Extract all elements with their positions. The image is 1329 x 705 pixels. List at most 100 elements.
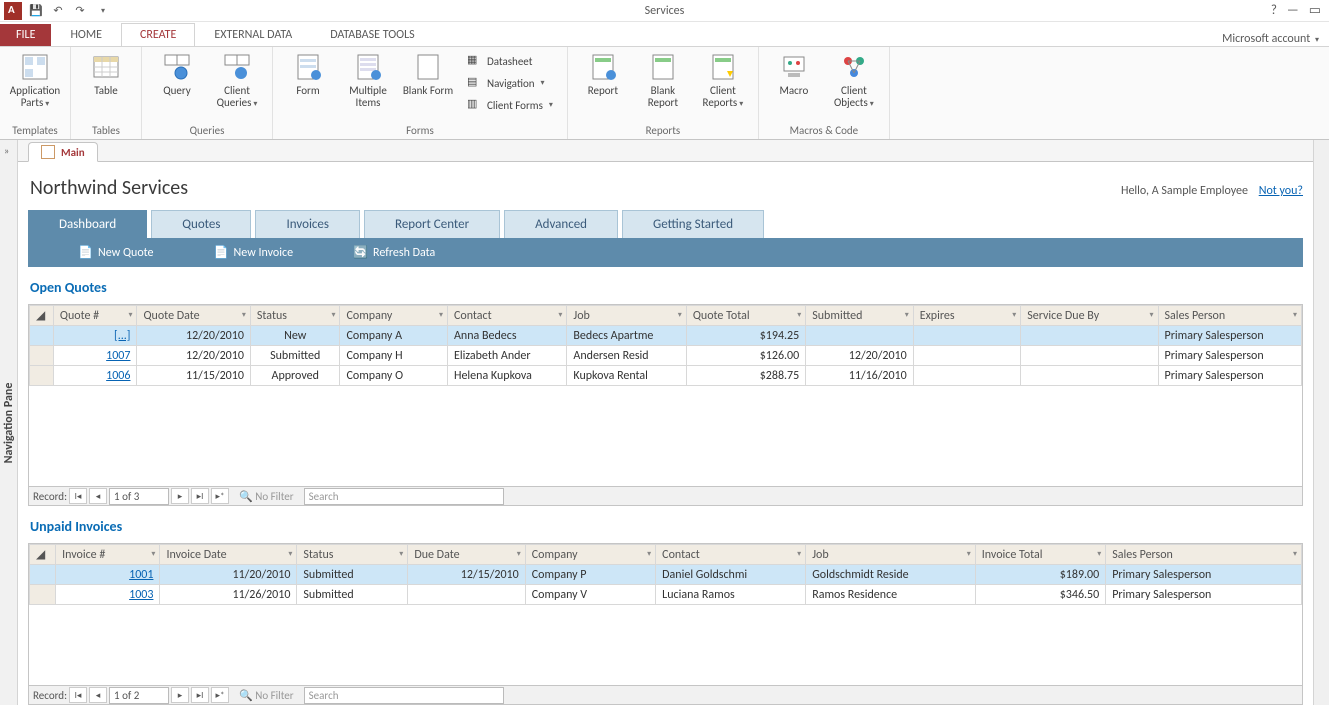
column-header[interactable]: Company▾ — [340, 306, 447, 326]
column-header[interactable]: Invoice Total▾ — [975, 545, 1105, 565]
column-header[interactable]: Invoice #▾ — [56, 545, 160, 565]
column-header[interactable]: Due Date▾ — [408, 545, 525, 565]
chevron-right-icon: » — [4, 144, 9, 157]
column-header[interactable]: Sales Person▾ — [1158, 306, 1301, 326]
undo-icon[interactable]: ↶ — [50, 3, 66, 19]
ribbon-tab-externaldata[interactable]: EXTERNAL DATA — [195, 23, 311, 46]
column-header[interactable]: Status▾ — [250, 306, 340, 326]
ribbon-group-queries: Query Client Queries Queries — [142, 47, 273, 139]
invoice-link[interactable]: 1003 — [129, 588, 153, 602]
no-filter-label: 🔍 No Filter — [239, 689, 294, 702]
column-header[interactable]: Sales Person▾ — [1106, 545, 1302, 565]
client-reports-button[interactable]: Client Reports — [694, 49, 752, 122]
column-header[interactable]: Invoice Date▾ — [160, 545, 297, 565]
account-menu[interactable]: Microsoft account — [1222, 32, 1329, 46]
client-objects-button[interactable]: Client Objects — [825, 49, 883, 122]
ribbon-tab-create[interactable]: CREATE — [121, 23, 195, 46]
record-counter[interactable]: 1 of 3 — [109, 488, 169, 505]
navigation-pane-toggle[interactable]: » Navigation Pane — [0, 140, 18, 705]
restore-icon[interactable]: ▭ — [1309, 3, 1321, 18]
row-selector[interactable] — [30, 346, 54, 366]
table-row[interactable]: 1007 12/20/2010 Submitted Company H Eliz… — [30, 346, 1302, 366]
nav-last-icon[interactable]: ▸I — [191, 687, 209, 703]
navigation-button[interactable]: ▤Navigation — [463, 73, 557, 93]
form-button[interactable]: Form — [279, 49, 337, 122]
nav-prev-icon[interactable]: ◂ — [89, 488, 107, 504]
column-header[interactable]: Status▾ — [297, 545, 408, 565]
column-header[interactable]: Submitted▾ — [806, 306, 913, 326]
file-tab[interactable]: FILE — [0, 24, 51, 46]
nav-last-icon[interactable]: ▸I — [191, 488, 209, 504]
column-header[interactable]: Contact▾ — [656, 545, 806, 565]
datasheet-button[interactable]: ▦Datasheet — [463, 51, 557, 71]
select-all[interactable]: ◢ — [30, 545, 56, 565]
blank-report-button[interactable]: Blank Report — [634, 49, 692, 122]
column-header[interactable]: Contact▾ — [447, 306, 566, 326]
tab-invoices[interactable]: Invoices — [255, 210, 360, 238]
ribbon-group-macros: Macro Client Objects Macros & Code — [759, 47, 890, 139]
save-icon[interactable]: 💾 — [28, 3, 44, 19]
nav-first-icon[interactable]: I◂ — [69, 488, 87, 504]
form-tabstrip: Dashboard Quotes Invoices Report Center … — [28, 210, 1303, 238]
ribbon-tab-databasetools[interactable]: DATABASE TOOLS — [311, 23, 433, 46]
nav-next-icon[interactable]: ▸ — [171, 488, 189, 504]
blank-form-button[interactable]: Blank Form — [399, 49, 457, 122]
application-parts-button[interactable]: Application Parts — [6, 49, 64, 122]
column-header[interactable]: Quote Total▾ — [686, 306, 805, 326]
row-selector[interactable] — [30, 585, 56, 605]
column-header[interactable]: Quote #▾ — [53, 306, 137, 326]
not-you-link[interactable]: Not you? — [1259, 184, 1303, 198]
new-invoice-icon: 📄 — [214, 245, 230, 261]
client-queries-button[interactable]: Client Queries — [208, 49, 266, 122]
refresh-data-button[interactable]: 🔄Refresh Data — [353, 245, 435, 261]
quote-link[interactable]: 1006 — [106, 369, 130, 383]
table-row[interactable]: 1001 11/20/2010 Submitted 12/15/2010 Com… — [30, 565, 1302, 585]
invoices-search-input[interactable]: Search — [304, 687, 504, 704]
quote-link[interactable]: 1007 — [106, 349, 130, 363]
qat-customize-icon[interactable] — [94, 3, 110, 19]
column-header[interactable]: Company▾ — [525, 545, 655, 565]
column-header[interactable]: Job▾ — [806, 545, 976, 565]
tab-dashboard[interactable]: Dashboard — [28, 210, 147, 238]
tab-advanced[interactable]: Advanced — [504, 210, 618, 238]
select-all[interactable]: ◢ — [30, 306, 54, 326]
form-icon — [41, 145, 55, 159]
column-header[interactable]: Service Due By▾ — [1021, 306, 1158, 326]
help-icon[interactable]: ? — [1271, 3, 1277, 18]
tab-quotes[interactable]: Quotes — [151, 210, 251, 238]
table-button[interactable]: Table — [77, 49, 135, 122]
nav-next-icon[interactable]: ▸ — [171, 687, 189, 703]
query-button[interactable]: Query — [148, 49, 206, 122]
multiple-items-button[interactable]: Multiple Items — [339, 49, 397, 122]
client-forms-button[interactable]: ▥Client Forms — [463, 95, 557, 115]
table-row[interactable]: [...] 12/20/2010 New Company A Anna Bede… — [30, 326, 1302, 346]
macro-button[interactable]: Macro — [765, 49, 823, 122]
new-invoice-button[interactable]: 📄New Invoice — [214, 245, 294, 261]
new-quote-button[interactable]: 📄New Quote — [78, 245, 154, 261]
ribbon-tab-home[interactable]: HOME — [51, 23, 121, 46]
access-app-icon — [4, 2, 22, 20]
nav-prev-icon[interactable]: ◂ — [89, 687, 107, 703]
column-header[interactable]: Expires▾ — [913, 306, 1020, 326]
nav-new-icon[interactable]: ▸* — [211, 488, 229, 504]
document-tab-main[interactable]: Main — [28, 142, 98, 162]
nav-first-icon[interactable]: I◂ — [69, 687, 87, 703]
table-row[interactable]: 1003 11/26/2010 Submitted Company V Luci… — [30, 585, 1302, 605]
column-header[interactable]: Quote Date▾ — [137, 306, 250, 326]
report-button[interactable]: Report — [574, 49, 632, 122]
quotes-search-input[interactable]: Search — [304, 488, 504, 505]
tab-gettingstarted[interactable]: Getting Started — [622, 210, 764, 238]
record-counter[interactable]: 1 of 2 — [109, 687, 169, 704]
tab-reportcenter[interactable]: Report Center — [364, 210, 500, 238]
table-row[interactable]: 1006 11/15/2010 Approved Company O Helen… — [30, 366, 1302, 386]
invoice-link[interactable]: 1001 — [129, 568, 153, 582]
row-selector[interactable] — [30, 565, 56, 585]
redo-icon[interactable]: ↷ — [72, 3, 88, 19]
row-selector[interactable] — [30, 366, 54, 386]
vertical-scrollbar[interactable] — [1313, 140, 1329, 705]
minimize-icon[interactable]: — — [1287, 3, 1299, 18]
quote-link[interactable]: [...] — [114, 329, 130, 343]
row-selector[interactable] — [30, 326, 54, 346]
nav-new-icon[interactable]: ▸* — [211, 687, 229, 703]
column-header[interactable]: Job▾ — [567, 306, 686, 326]
